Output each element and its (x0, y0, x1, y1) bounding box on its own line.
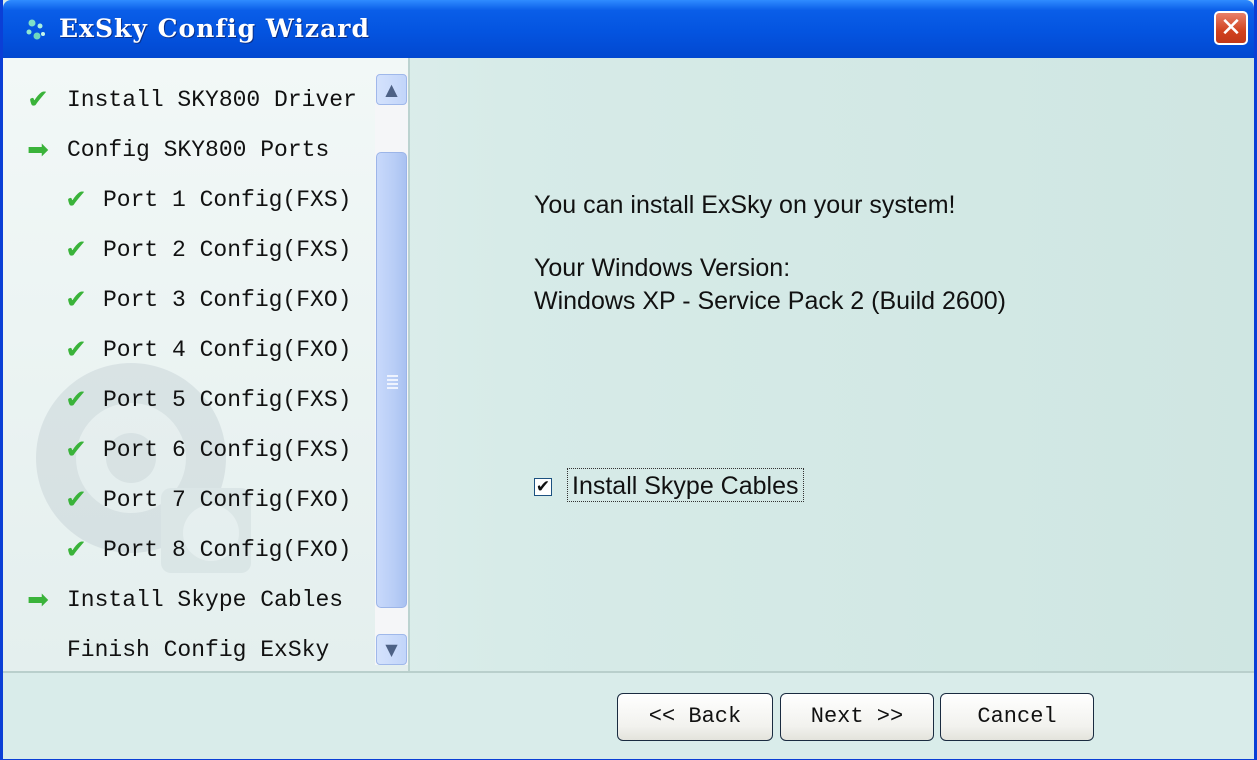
title-bar[interactable]: ExSky Config Wizard ✕ (3, 0, 1254, 58)
panel-divider (408, 58, 410, 671)
step-label: Port 8 Config(FXO) (103, 537, 352, 563)
step-label: Port 7 Config(FXO) (103, 487, 352, 513)
grip-icon (387, 375, 398, 377)
step-label: Install SKY800 Driver (67, 87, 357, 113)
check-icon: ✔ (65, 485, 87, 515)
check-icon: ✔ (65, 185, 87, 215)
step-label: Install Skype Cables (67, 587, 344, 613)
arrow-right-icon: ➡ (27, 135, 49, 165)
step-label: Finish Config ExSky (67, 637, 330, 663)
checkbox-label[interactable]: Install Skype Cables (567, 468, 804, 502)
step-label: Port 4 Config(FXO) (103, 337, 352, 363)
step-label: Port 1 Config(FXS) (103, 187, 352, 213)
windows-version-value: Windows XP - Service Pack 2 (Build 2600) (534, 287, 1006, 315)
steps-scrollbar[interactable]: ▲ ▼ (375, 74, 408, 665)
step-label: Port 2 Config(FXS) (103, 237, 352, 263)
check-icon: ✔ (65, 435, 87, 465)
wizard-content: ✔ Install SKY800 Driver ➡ Config SKY800 Por… (3, 58, 1254, 671)
scroll-down-button[interactable]: ▼ (376, 634, 407, 665)
back-button[interactable]: << Back (617, 693, 773, 741)
check-icon: ✔ (65, 285, 87, 315)
check-icon: ✔ (27, 85, 49, 115)
checkbox-box[interactable]: ✔ (534, 478, 552, 496)
close-icon: ✕ (1220, 13, 1242, 43)
wizard-window: ExSky Config Wizard ✕ ✔ Install SKY800 Dr… (0, 0, 1257, 760)
step-label: Port 6 Config(FXS) (103, 437, 352, 463)
install-message: You can install ExSky on your system! (534, 191, 956, 219)
cancel-button[interactable]: Cancel (940, 693, 1094, 741)
close-button[interactable]: ✕ (1214, 11, 1248, 45)
button-bar: << Back Next >> Cancel (3, 671, 1254, 759)
next-button[interactable]: Next >> (780, 693, 934, 741)
check-icon: ✔ (65, 385, 87, 415)
step-label: Port 5 Config(FXS) (103, 387, 352, 413)
chevron-down-icon: ▼ (385, 640, 398, 659)
arrow-right-icon: ➡ (27, 585, 49, 615)
step-label: Config SKY800 Ports (67, 137, 330, 163)
steps-panel: ✔ Install SKY800 Driver ➡ Config SKY800 Por… (3, 58, 408, 671)
scroll-thumb[interactable] (376, 152, 407, 608)
chevron-up-icon: ▲ (385, 80, 398, 99)
checkmark-icon: ✔ (535, 477, 551, 497)
windows-version-label: Your Windows Version: (534, 254, 791, 282)
app-sparkle-icon (26, 19, 45, 40)
step-label: Port 3 Config(FXO) (103, 287, 352, 313)
check-icon: ✔ (65, 335, 87, 365)
scroll-up-button[interactable]: ▲ (376, 74, 407, 105)
check-icon: ✔ (65, 235, 87, 265)
window-title: ExSky Config Wizard (59, 14, 370, 43)
check-icon: ✔ (65, 535, 87, 565)
